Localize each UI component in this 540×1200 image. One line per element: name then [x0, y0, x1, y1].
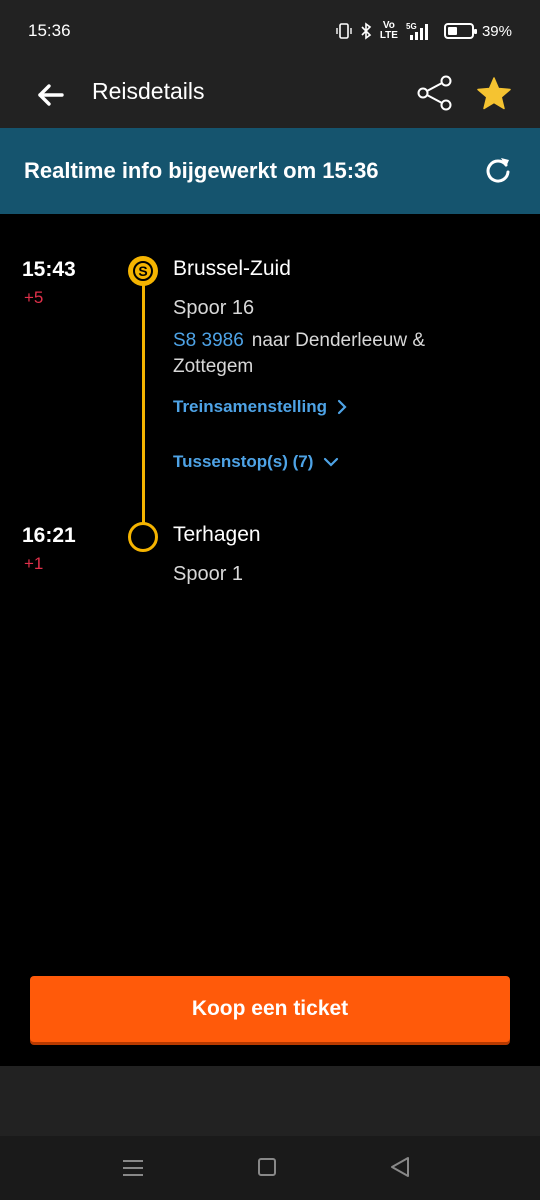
- back-icon[interactable]: [390, 1156, 410, 1178]
- vibrate-icon: [336, 23, 352, 39]
- home-icon[interactable]: [258, 1158, 276, 1176]
- s-train-icon: S: [133, 261, 153, 281]
- back-arrow-icon[interactable]: [36, 81, 64, 109]
- share-icon[interactable]: [416, 74, 454, 112]
- train-info: S8 3986 naar Denderleeuw & Zottegem: [173, 328, 483, 380]
- realtime-banner: Realtime info bijgewerkt om 15:36: [0, 128, 540, 214]
- intermediate-stops-toggle[interactable]: Tussenstop(s) (7): [173, 452, 339, 472]
- buy-ticket-button[interactable]: Koop een ticket: [30, 976, 510, 1042]
- system-nav-bar: [0, 1136, 540, 1200]
- app-bar: Reisdetails: [0, 62, 540, 128]
- status-icons: Vo LTE 5G 39%: [336, 21, 512, 41]
- intermediate-stops-label: Tussenstop(s) (7): [173, 452, 314, 471]
- page-title: Reisdetails: [92, 78, 205, 104]
- refresh-icon[interactable]: [484, 156, 512, 184]
- departure-station: Brussel-Zuid: [173, 257, 291, 280]
- arrival-platform: Spoor 1: [173, 563, 244, 585]
- chevron-right-icon: [337, 399, 347, 415]
- departure-platform: Spoor 16: [173, 297, 255, 319]
- route-line: [142, 270, 145, 536]
- arrival-node: [128, 522, 158, 552]
- departure-time: 15:43: [22, 258, 76, 281]
- realtime-info-text: Realtime info bijgewerkt om 15:36: [24, 158, 379, 183]
- status-bar: 15:36 Vo LTE 5G 39%: [0, 0, 540, 62]
- arrival-delay: +1: [24, 554, 44, 573]
- signal-icon: 5G: [406, 22, 428, 40]
- bluetooth-icon: [361, 22, 372, 40]
- arrival-time: 16:21: [22, 524, 76, 547]
- train-code[interactable]: S8 3986: [173, 330, 244, 351]
- svg-text:5G: 5G: [406, 22, 417, 31]
- arrival-station: Terhagen: [173, 523, 261, 546]
- departure-node: S: [128, 256, 158, 286]
- train-composition-link[interactable]: Treinsamenstelling: [173, 397, 347, 417]
- battery-icon: [443, 23, 477, 39]
- chevron-down-icon: [324, 457, 339, 467]
- battery-fill: [447, 27, 457, 35]
- volte-label: Vo LTE: [379, 20, 398, 41]
- train-composition-label: Treinsamenstelling: [173, 397, 327, 416]
- menu-icon[interactable]: [122, 1158, 144, 1178]
- departure-delay: +5: [24, 288, 44, 307]
- status-time: 15:36: [28, 21, 71, 40]
- bottom-panel: [0, 1066, 540, 1136]
- star-icon[interactable]: [476, 76, 512, 112]
- journey-details: 15:43 +5 S Brussel-Zuid Spoor 16 S8 3986…: [0, 214, 540, 974]
- battery-percent: 39%: [481, 22, 512, 40]
